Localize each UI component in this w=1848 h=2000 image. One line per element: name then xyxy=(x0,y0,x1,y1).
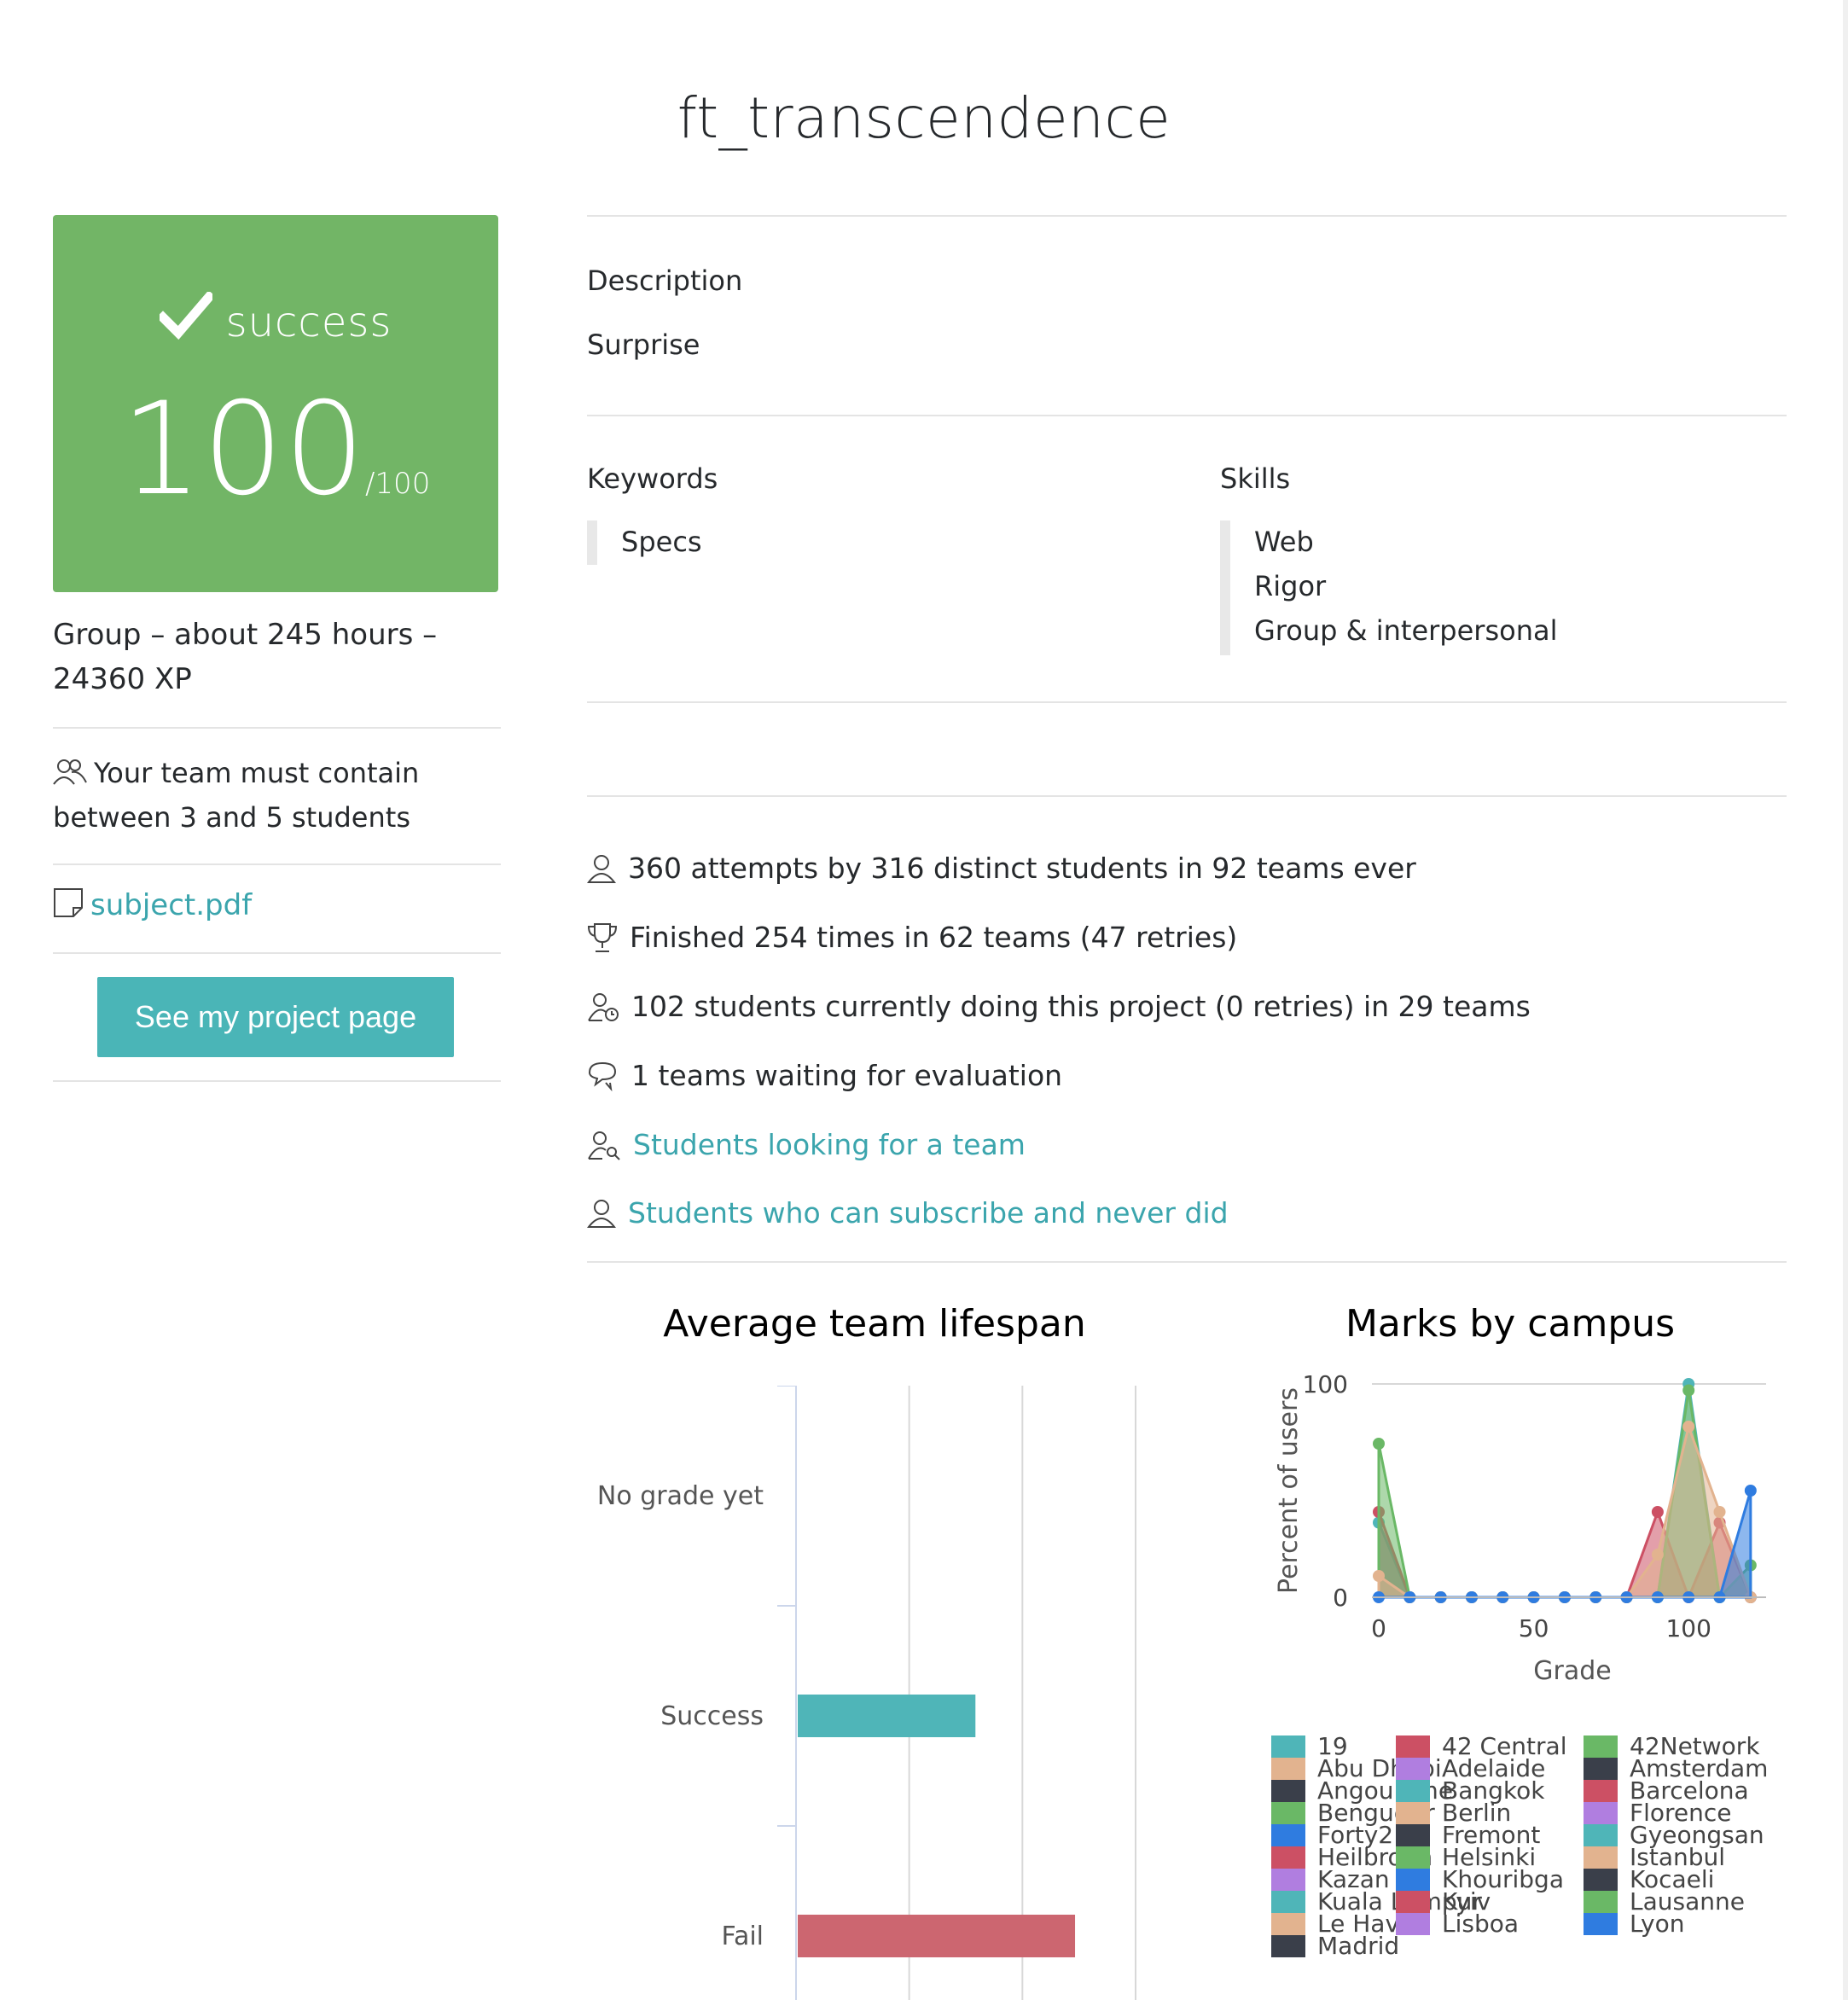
stat-text: 102 students currently doing this projec… xyxy=(631,990,1531,1023)
skill-item: Rigor xyxy=(1254,570,1327,602)
stat-text: 360 attempts by 316 distinct students in… xyxy=(628,852,1416,885)
series-point xyxy=(1682,1421,1695,1433)
category-label: Success xyxy=(660,1701,764,1731)
description-value: Surprise xyxy=(587,328,700,361)
project-meta: Group – about 245 hours – 24360 XP xyxy=(53,618,438,696)
series-point xyxy=(1373,1438,1385,1450)
legend-item[interactable]: Lisboa xyxy=(1396,1910,1519,1938)
user-icon xyxy=(587,1199,616,1228)
x-axis-label: Grade xyxy=(1533,1656,1611,1686)
lifespan-chart-title: Average team lifespan xyxy=(663,1302,1086,1346)
marks-chart: 0 100 0 50 100 Grade Percent of users xyxy=(1274,1370,1766,1686)
legend-label: Lyon xyxy=(1630,1910,1685,1938)
user-clock-icon xyxy=(588,992,619,1021)
stat-finished: Finished 254 times in 62 teams (47 retri… xyxy=(587,921,1237,954)
series-point xyxy=(1713,1506,1726,1518)
skill-item: Group & interpersonal xyxy=(1254,614,1558,647)
lifespan-bar xyxy=(798,1915,1076,1957)
user-search-icon xyxy=(588,1131,620,1160)
stat-text: Finished 254 times in 62 teams (47 retri… xyxy=(630,921,1238,954)
divider xyxy=(53,863,501,865)
lifespan-bar xyxy=(798,1695,976,1737)
team-rule: Your team must contain between 3 and 5 s… xyxy=(53,751,501,840)
subject-link[interactable]: subject.pdf xyxy=(53,887,252,922)
keywords-label: Keywords xyxy=(587,462,718,495)
keyword-item: Specs xyxy=(621,526,702,558)
trophy-icon xyxy=(587,922,618,952)
series-point xyxy=(1651,1549,1664,1561)
students-never-subscribed-link[interactable]: Students who can subscribe and never did xyxy=(587,1196,1229,1230)
stat-attempts: 360 attempts by 316 distinct students in… xyxy=(587,852,1416,885)
divider xyxy=(587,215,1787,217)
marks-chart-legend: 19 42 Central 42Network Abu Dhabi Adelaide Am… xyxy=(1271,1732,1783,2000)
series-point xyxy=(1373,1570,1385,1582)
y-tick-label: 0 xyxy=(1333,1584,1348,1612)
legend-label: Lisboa xyxy=(1442,1910,1520,1938)
legend-label: Madrid xyxy=(1317,1932,1400,1960)
grade-row: 100/100 xyxy=(53,386,498,514)
series-point xyxy=(1682,1384,1695,1397)
checkmark-icon xyxy=(155,290,216,340)
category-label: No grade yet xyxy=(597,1481,764,1511)
document-icon xyxy=(54,888,83,917)
series-area xyxy=(1377,1422,1752,1599)
series-point xyxy=(1744,1485,1757,1497)
divider xyxy=(587,701,1787,703)
y-axis-label: Percent of users xyxy=(1274,1387,1304,1594)
divider xyxy=(587,795,1787,797)
status-label: success xyxy=(225,299,392,346)
see-project-page-button[interactable]: See my project page xyxy=(97,977,454,1057)
skills-bar xyxy=(1220,520,1230,655)
legend-swatch xyxy=(1584,1912,1618,1935)
marks-chart-title: Marks by campus xyxy=(1345,1302,1676,1346)
stat-text: 1 teams waiting for evaluation xyxy=(631,1059,1063,1092)
legend-swatch xyxy=(1271,1934,1305,1957)
user-icon xyxy=(587,854,616,883)
grade-max: /100 xyxy=(364,467,431,501)
legend-item[interactable]: Madrid xyxy=(1271,1932,1399,1960)
legend-swatch xyxy=(1396,1912,1430,1935)
divider xyxy=(53,727,501,729)
team-rule-text: Your team must contain between 3 and 5 s… xyxy=(53,757,420,834)
students-looking-for-team-link[interactable]: Students looking for a team xyxy=(587,1128,1026,1161)
status-row: success xyxy=(53,290,498,346)
keywords-bar xyxy=(587,520,597,565)
stat-link-text[interactable]: Students who can subscribe and never did xyxy=(628,1196,1229,1230)
skill-item: Web xyxy=(1254,526,1314,558)
y-tick-label: 100 xyxy=(1303,1370,1348,1398)
description-label: Description xyxy=(587,265,743,297)
x-tick-label: 0 xyxy=(1371,1614,1386,1642)
page-title: ft_transcendence xyxy=(677,85,1171,151)
x-tick-label: 50 xyxy=(1519,1614,1549,1642)
stat-current: 102 students currently doing this projec… xyxy=(587,990,1531,1023)
stat-waiting: 1 teams waiting for evaluation xyxy=(587,1059,1062,1092)
divider xyxy=(587,1261,1787,1263)
divider xyxy=(53,1080,501,1082)
page-scrollbar[interactable] xyxy=(1843,0,1848,2000)
series-point xyxy=(1651,1506,1664,1518)
divider xyxy=(587,415,1787,416)
lifespan-chart: No grade yet Success Fail xyxy=(597,1386,1136,2000)
divider xyxy=(53,952,501,954)
grade-score: 100 xyxy=(120,375,365,524)
skills-label: Skills xyxy=(1220,462,1291,495)
legend-item[interactable]: Lyon xyxy=(1584,1910,1684,1938)
speech-bubbles-icon xyxy=(588,1061,617,1091)
stat-link-text[interactable]: Students looking for a team xyxy=(633,1128,1026,1161)
subject-link-label[interactable]: subject.pdf xyxy=(90,888,252,922)
users-icon xyxy=(53,759,87,785)
category-label: Fail xyxy=(721,1922,764,1951)
x-tick-label: 100 xyxy=(1665,1614,1711,1642)
grade-box: success 100/100 xyxy=(53,215,498,592)
